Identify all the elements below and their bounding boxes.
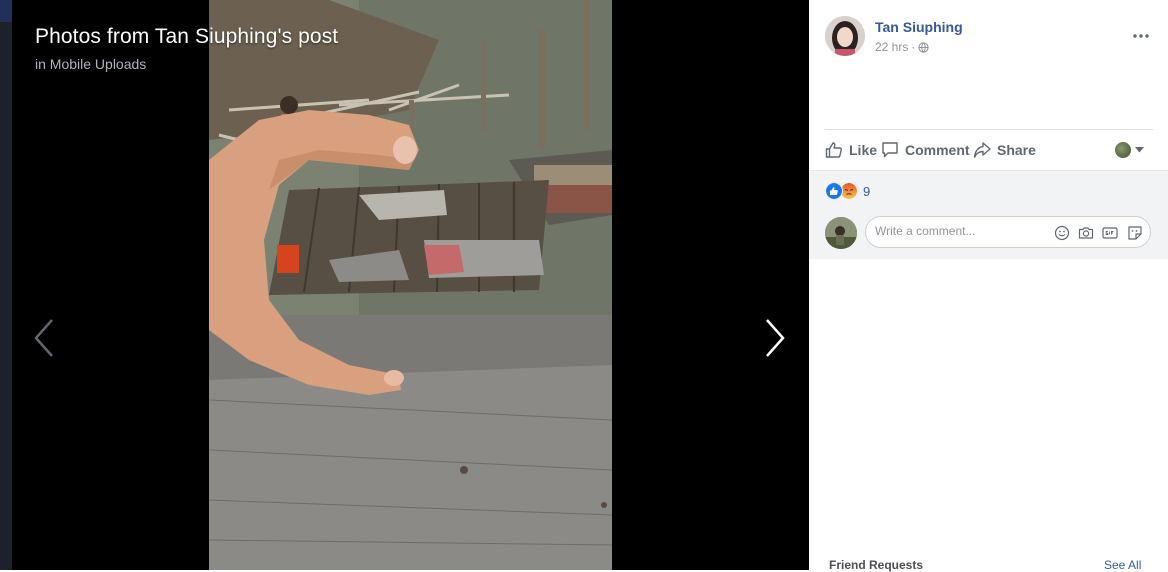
- post-author-name[interactable]: Tan Siuphing: [875, 19, 963, 35]
- meta-separator: ·: [911, 40, 916, 54]
- share-label: Share: [997, 142, 1036, 158]
- photo-image: [209, 0, 612, 570]
- react-as-selector[interactable]: [1115, 142, 1144, 158]
- chevron-right-icon: [766, 319, 785, 357]
- globe-icon[interactable]: [918, 41, 929, 53]
- chevron-left-icon: [34, 319, 53, 357]
- like-label: Like: [849, 142, 878, 158]
- commenter-avatar[interactable]: [825, 217, 857, 249]
- like-button[interactable]: Like: [825, 141, 877, 159]
- viewer-subtitle[interactable]: in Mobile Uploads: [35, 56, 146, 72]
- post-meta: 22 hrs ·: [875, 40, 929, 54]
- post-timestamp[interactable]: 22 hrs: [875, 40, 908, 54]
- previous-photo-button[interactable]: [32, 318, 58, 358]
- background-page-edge: [0, 0, 12, 570]
- post-action-bar: Like Comment Share: [825, 129, 1153, 171]
- background-top-bar: [0, 0, 12, 22]
- share-icon: [973, 142, 991, 158]
- more-options-button[interactable]: [1131, 26, 1151, 46]
- camera-icon[interactable]: [1078, 225, 1094, 241]
- caret-down-icon: [1135, 147, 1144, 153]
- gif-icon[interactable]: [1102, 225, 1118, 241]
- comment-icon: [882, 142, 898, 158]
- comment-label: Comment: [905, 142, 970, 158]
- thumbs-up-icon: [825, 142, 842, 158]
- viewer-title: Photos from Tan Siuphing's post: [35, 25, 339, 48]
- next-photo-button[interactable]: [762, 318, 788, 358]
- commenter-avatar-image: [825, 217, 857, 249]
- reactions-and-comments: 9: [809, 170, 1168, 259]
- photo[interactable]: [209, 0, 612, 570]
- viewer-mini-avatar: [1115, 142, 1131, 158]
- more-icon: [1133, 34, 1149, 38]
- share-button[interactable]: Share: [973, 141, 1036, 159]
- author-avatar[interactable]: [825, 16, 865, 56]
- sticker-icon[interactable]: [1127, 225, 1143, 241]
- emoji-icon[interactable]: [1054, 225, 1070, 241]
- comment-button[interactable]: Comment: [881, 141, 970, 159]
- like-reaction-icon: [825, 182, 843, 200]
- photo-viewer: Photos from Tan Siuphing's post in Mobil…: [12, 0, 809, 570]
- reaction-summary[interactable]: 9: [825, 182, 870, 200]
- post-side-panel: Tan Siuphing 22 hrs · Like Comment Share…: [809, 0, 1168, 572]
- comment-input[interactable]: [875, 224, 1045, 238]
- author-avatar-image: [825, 16, 865, 56]
- comment-composer: [865, 216, 1151, 248]
- reaction-count: 9: [863, 183, 871, 199]
